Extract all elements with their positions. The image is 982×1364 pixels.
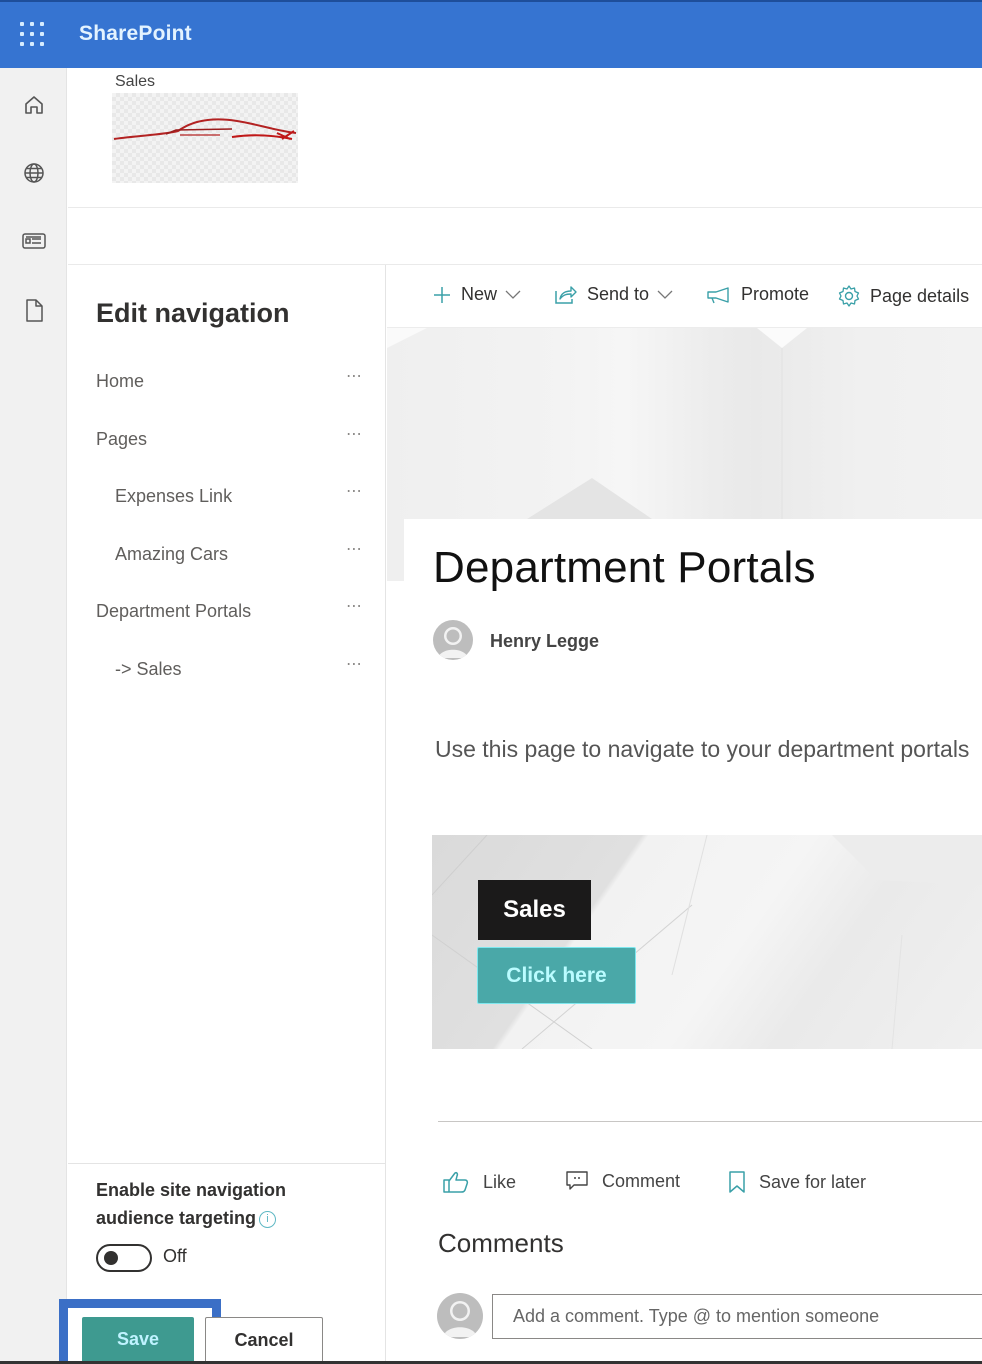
toggle-state-label: Off [163,1246,187,1266]
comments-heading: Comments [438,1228,564,1258]
chevron-down-icon [505,290,521,299]
hero-title: Sales [478,880,591,940]
more-options-icon[interactable]: ⋯ [346,654,363,674]
info-icon[interactable]: i [259,1210,277,1228]
more-options-icon[interactable]: ⋯ [346,596,363,616]
app-bar [0,68,67,1364]
suite-header: SharePoint [0,0,982,68]
site-navigation-bar [68,208,982,265]
more-options-icon[interactable]: ⋯ [346,539,363,559]
site-name[interactable]: Sales [115,73,155,91]
banner-pattern [387,328,807,519]
audience-targeting-text: Enable site navigation audience targetin… [96,1180,287,1228]
nav-item-label: Home [96,371,145,391]
new-button[interactable]: New [432,284,521,305]
cancel-button[interactable]: Cancel [205,1317,323,1364]
hero-webpart [432,835,982,1049]
comment-label: Comment [602,1170,681,1191]
gear-icon [838,285,860,307]
car-logo-icon [113,118,297,140]
app-brand[interactable]: SharePoint [79,22,192,46]
bookmark-icon [729,1171,745,1193]
nav-item-pages[interactable]: Pages ⋯ [68,420,386,460]
like-button[interactable]: Like [442,1170,516,1194]
banner-edge [387,519,404,581]
site-logo[interactable] [112,93,298,183]
plus-icon [434,286,450,303]
audience-targeting-toggle[interactable] [96,1244,152,1272]
title-banner-image [387,328,982,519]
nav-item-label: Expenses Link [115,486,233,506]
panel-title: Edit navigation [96,298,290,328]
nav-item-label: Pages [96,429,148,449]
nav-item-label: Department Portals [96,601,252,621]
app-launcher-icon[interactable] [20,22,46,48]
nav-item-label: Amazing Cars [115,544,229,564]
person-icon [438,627,468,658]
nav-item-label: -> Sales [115,659,182,679]
page-details-button[interactable]: Page details [837,284,969,308]
page-details-label: Page details [870,285,970,306]
chevron-down-icon [657,290,673,299]
nav-item-amazing-cars[interactable]: Amazing Cars ⋯ [68,535,386,575]
author-name[interactable]: Henry Legge [490,631,599,652]
comment-input[interactable] [492,1294,982,1339]
page-intro-text: Use this page to navigate to your depart… [435,736,970,762]
edit-navigation-panel: Edit navigation Home ⋯ Pages ⋯ Expenses … [68,265,386,1364]
promote-label: Promote [741,284,810,304]
share-icon [555,285,577,304]
command-bar: New Send to Promote Page details [387,265,982,328]
more-options-icon[interactable]: ⋯ [346,366,363,386]
nav-item-expenses-link[interactable]: Expenses Link ⋯ [68,477,386,517]
site-header: Sales [68,68,982,208]
current-user-avatar [437,1293,483,1339]
content-divider [438,1121,982,1122]
globe-icon[interactable] [19,158,49,188]
comment-button[interactable]: Comment [565,1170,680,1192]
nav-item-department-portals[interactable]: Department Portals ⋯ [68,592,386,632]
save-for-later-button[interactable]: Save for later [728,1170,866,1194]
focus-highlight-box [59,1299,221,1364]
document-icon[interactable] [19,296,49,326]
nav-item-sales[interactable]: -> Sales ⋯ [68,650,386,690]
promote-button[interactable]: Promote [706,284,809,305]
save-for-later-label: Save for later [759,1171,867,1192]
hero-background-pattern [432,835,982,1049]
click-here-button[interactable]: Click here [477,947,636,1004]
page-title: Department Portals [433,543,816,592]
audience-targeting-label: Enable site navigation audience targetin… [96,1176,346,1232]
new-label: New [461,284,498,304]
send-to-label: Send to [587,284,650,304]
author-avatar[interactable] [433,620,473,660]
like-label: Like [483,1171,517,1192]
send-to-button[interactable]: Send to [554,284,673,305]
news-icon[interactable] [19,226,49,256]
home-icon[interactable] [19,90,49,120]
person-icon [443,1301,477,1337]
thumbs-up-icon [443,1172,469,1193]
more-options-icon[interactable]: ⋯ [346,481,363,501]
megaphone-icon [707,286,729,303]
comment-icon [566,1171,588,1190]
nav-item-home[interactable]: Home ⋯ [68,362,386,402]
more-options-icon[interactable]: ⋯ [346,424,363,444]
toggle-knob [104,1251,118,1265]
